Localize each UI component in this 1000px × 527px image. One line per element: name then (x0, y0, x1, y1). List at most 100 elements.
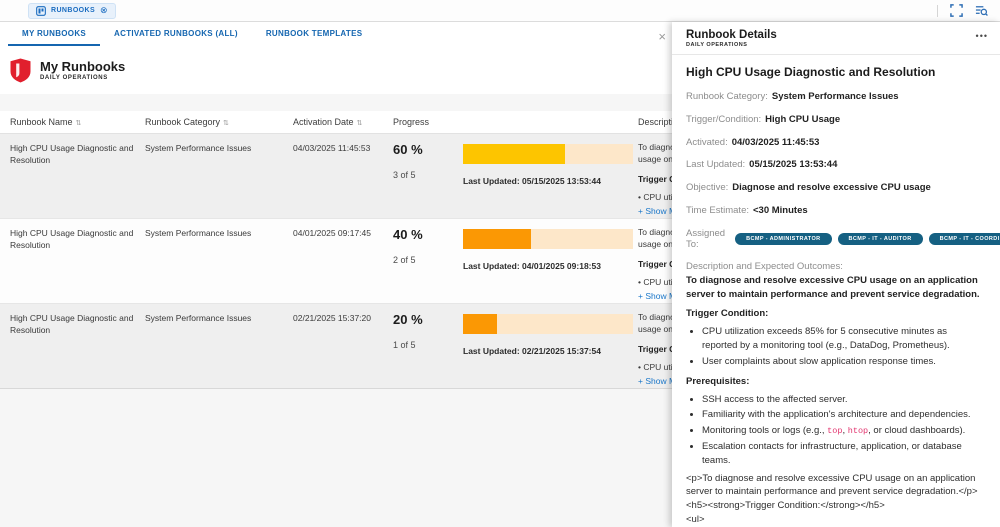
table-row[interactable]: High CPU Usage Diagnostic and Resolution… (0, 304, 672, 389)
column-header-spacer (463, 111, 638, 123)
field-trigger-condition: Trigger/Condition:High CPU Usage (686, 114, 984, 127)
show-more-link[interactable]: + Show More (638, 206, 672, 216)
description-bullet: • CPU utilization exceeds 85% for 5 cons… (638, 277, 672, 287)
table-row[interactable]: High CPU Usage Diagnostic and Resolution… (0, 134, 672, 219)
progress-steps: 1 of 5 (393, 340, 453, 350)
list-item: User complaints about slow application r… (702, 355, 984, 369)
prerequisites-heading: Prerequisites: (686, 376, 984, 387)
progress-cell: 40 % 2 of 5 (393, 219, 463, 265)
column-header-runbook-category[interactable]: Runbook Category⇅ (145, 111, 293, 133)
description-preview: To diagnose and resolve excessive CPU us… (638, 312, 672, 336)
trigger-condition-label: Trigger Condition: (638, 344, 672, 354)
show-more-link[interactable]: + Show More (638, 291, 672, 301)
column-header-runbook-name[interactable]: Runbook Name⇅ (0, 111, 145, 133)
list-item: Monitoring tools or logs (e.g., top, hto… (702, 424, 984, 438)
list-item: SSH access to the affected server. (702, 393, 984, 407)
runbook-name-cell: High CPU Usage Diagnostic and Resolution (0, 134, 145, 167)
table-row[interactable]: High CPU Usage Diagnostic and Resolution… (0, 219, 672, 304)
activation-date-cell: 04/01/2025 09:17:45 (293, 219, 393, 239)
progress-bar-fill (463, 229, 531, 249)
progress-bar-cell: Last Updated: 02/21/2025 15:37:54 (463, 304, 638, 356)
progress-bar-cell: Last Updated: 04/01/2025 09:18:53 (463, 219, 638, 271)
tab-my-runbooks[interactable]: MY RUNBOOKS (8, 22, 100, 46)
trigger-condition-list: CPU utilization exceeds 85% for 5 consec… (702, 325, 984, 368)
progress-bar-fill (463, 144, 565, 164)
assigned-to-label: Assigned To: (686, 228, 725, 250)
fullscreen-icon[interactable] (950, 4, 963, 17)
runbooks-tab-bar: MY RUNBOOKS ACTIVATED RUNBOOKS (ALL) RUN… (0, 22, 672, 46)
field-runbook-category: Runbook Category:System Performance Issu… (686, 91, 984, 104)
last-updated-label: Last Updated: 02/21/2025 15:37:54 (463, 346, 628, 356)
sort-icon[interactable]: ⇅ (76, 120, 82, 127)
raw-html-line: <h5><strong>Trigger Condition:</strong><… (686, 499, 984, 513)
details-panel-title: Runbook Details (686, 29, 986, 41)
field-objective: Objective:Diagnose and resolve excessive… (686, 182, 984, 195)
column-header-description: Description (638, 111, 672, 133)
description-preview: To diagnose and resolve excessive CPU us… (638, 142, 672, 166)
runbooks-tab-label: RUNBOOKS (51, 7, 95, 14)
field-activated: Activated:04/03/2025 11:45:53 (686, 137, 984, 150)
description-text: To diagnose and resolve excessive CPU us… (686, 274, 984, 302)
runbook-details-panel: Runbook Details DAILY OPERATIONS ••• Hig… (672, 22, 1000, 527)
show-more-link[interactable]: + Show More (638, 376, 672, 386)
runbooks-table: Runbook Name⇅ Runbook Category⇅ Activati… (0, 111, 672, 389)
progress-bar-cell: Last Updated: 05/15/2025 13:53:44 (463, 134, 638, 186)
progress-cell: 20 % 1 of 5 (393, 304, 463, 350)
code-htop: htop (848, 426, 868, 436)
tab-runbook-templates[interactable]: RUNBOOK TEMPLATES (252, 22, 377, 46)
runbook-name-cell: High CPU Usage Diagnostic and Resolution (0, 304, 145, 337)
runbooks-shield-logo-icon (10, 58, 31, 83)
progress-bar (463, 229, 633, 249)
kanban-icon (36, 6, 46, 16)
assignee-badge: BCMP - ADMINISTRATOR (735, 233, 831, 245)
progress-bar (463, 314, 633, 334)
top-bar: RUNBOOKS ⊗ (0, 0, 1000, 22)
runbooks-content: MY RUNBOOKS ACTIVATED RUNBOOKS (ALL) RUN… (0, 22, 672, 527)
assigned-to-row: Assigned To: BCMP - ADMINISTRATOR BCMP -… (686, 228, 984, 250)
description-bullet: • CPU utilization exceeds 85% for 5 cons… (638, 362, 672, 372)
runbook-category-cell: System Performance Issues (145, 219, 293, 239)
raw-html-line: <p>To diagnose and resolve excessive CPU… (686, 472, 984, 500)
column-header-activation-date[interactable]: Activation Date⇅ (293, 111, 393, 133)
runbook-category-cell: System Performance Issues (145, 134, 293, 154)
close-icon[interactable]: × (658, 30, 666, 43)
sort-icon[interactable]: ⇅ (223, 120, 229, 127)
progress-steps: 3 of 5 (393, 170, 453, 180)
app-window: RUNBOOKS ⊗ MY R (0, 0, 1000, 527)
topbar-actions (937, 4, 988, 17)
progress-bar-fill (463, 314, 497, 334)
list-item: Familiarity with the application's archi… (702, 408, 984, 422)
progress-cell: 60 % 3 of 5 (393, 134, 463, 180)
close-workspace-tab-icon[interactable]: ⊗ (100, 6, 108, 15)
preview-search-icon[interactable] (975, 4, 988, 17)
details-panel-body: High CPU Usage Diagnostic and Resolution… (672, 55, 1000, 526)
sort-icon[interactable]: ⇅ (357, 120, 363, 127)
assignee-badge: BCMP - IT - AUDITOR (838, 233, 923, 245)
description-cell: To diagnose and resolve excessive CPU us… (638, 134, 672, 216)
description-preview: To diagnose and resolve excessive CPU us… (638, 227, 672, 251)
tab-activated-runbooks[interactable]: ACTIVATED RUNBOOKS (ALL) (100, 22, 252, 46)
assignee-badge: BCMP - IT - COORDINATOR (929, 233, 1000, 245)
trigger-condition-label: Trigger Condition: (638, 174, 672, 184)
more-options-icon[interactable]: ••• (976, 31, 988, 41)
page-subtitle: DAILY OPERATIONS (40, 75, 125, 81)
trigger-condition-heading: Trigger Condition: (686, 308, 984, 319)
field-time-estimate: Time Estimate:<30 Minutes (686, 205, 984, 218)
description-outcomes-label: Description and Expected Outcomes: (686, 261, 984, 272)
progress-percent: 60 % (393, 142, 453, 157)
page-header: My Runbooks DAILY OPERATIONS (0, 46, 672, 94)
raw-html-line: <ul> (686, 513, 984, 526)
details-panel-header: Runbook Details DAILY OPERATIONS ••• (672, 22, 1000, 55)
prerequisites-list: SSH access to the affected server. Famil… (702, 393, 984, 468)
description-cell: To diagnose and resolve excessive CPU us… (638, 219, 672, 301)
code-top: top (827, 426, 842, 436)
runbook-detail-title: High CPU Usage Diagnostic and Resolution (686, 65, 984, 79)
page-title: My Runbooks (40, 59, 125, 74)
main-area: MY RUNBOOKS ACTIVATED RUNBOOKS (ALL) RUN… (0, 22, 1000, 527)
details-panel-subtitle: DAILY OPERATIONS (686, 42, 986, 48)
progress-bar (463, 144, 633, 164)
activation-date-cell: 04/03/2025 11:45:53 (293, 134, 393, 154)
runbook-name-cell: High CPU Usage Diagnostic and Resolution (0, 219, 145, 252)
list-item: CPU utilization exceeds 85% for 5 consec… (702, 325, 984, 353)
runbooks-workspace-tab[interactable]: RUNBOOKS ⊗ (28, 3, 116, 19)
